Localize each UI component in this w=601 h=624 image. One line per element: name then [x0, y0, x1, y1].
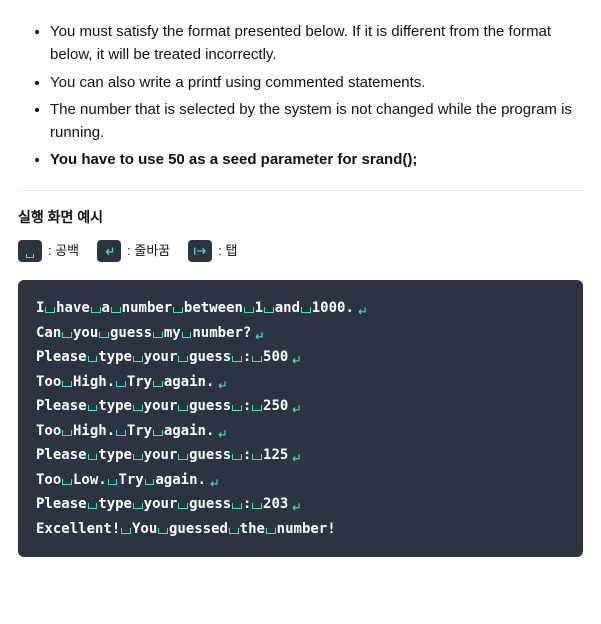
- console-line: Excellent!Youguessedthenumber!: [36, 517, 565, 542]
- space-icon: [178, 503, 188, 509]
- console-line: Canyouguessmynumber?: [36, 321, 565, 346]
- newline-icon: [216, 424, 228, 436]
- space-icon: [45, 307, 55, 313]
- divider: [18, 190, 583, 191]
- space-icon: [232, 405, 242, 411]
- console-line: TooLow.Tryagain.: [36, 468, 565, 493]
- console-line: TooHigh.Tryagain.: [36, 419, 565, 444]
- space-icon: [153, 430, 163, 436]
- requirement-item: The number that is selected by the syste…: [50, 98, 583, 145]
- newline-icon: [253, 326, 265, 338]
- space-icon: [88, 454, 98, 460]
- newline-icon: [356, 301, 368, 313]
- newline-icon: [290, 497, 302, 509]
- space-icon: [266, 528, 276, 534]
- space-icon: [252, 405, 262, 411]
- console-line: Pleasetypeyourguess:500: [36, 345, 565, 370]
- console-line: Pleasetypeyourguess:250: [36, 394, 565, 419]
- space-icon: [252, 454, 262, 460]
- space-icon: [158, 528, 168, 534]
- console-line: TooHigh.Tryagain.: [36, 370, 565, 395]
- space-icon: [62, 332, 72, 338]
- space-icon: [264, 307, 274, 313]
- newline-icon: [216, 375, 228, 387]
- legend-item-newline: : 줄바꿈: [97, 240, 170, 262]
- space-icon: [133, 454, 143, 460]
- space-icon: [133, 503, 143, 509]
- space-icon: [232, 356, 242, 362]
- newline-icon: [290, 399, 302, 411]
- space-icon: [88, 356, 98, 362]
- space-icon: [178, 405, 188, 411]
- space-icon: [133, 405, 143, 411]
- space-icon: [116, 381, 126, 387]
- space-icon: [252, 503, 262, 509]
- space-icon: [229, 528, 239, 534]
- space-icon: [173, 307, 183, 313]
- legend: : 공백 : 줄바꿈 : 탭: [18, 240, 583, 262]
- space-icon: [116, 430, 126, 436]
- space-icon: [62, 381, 72, 387]
- legend-label: : 줄바꿈: [127, 241, 170, 261]
- console-line: Pleasetypeyourguess:203: [36, 492, 565, 517]
- space-icon: [244, 307, 254, 313]
- space-icon: [301, 307, 311, 313]
- requirement-item: You can also write a printf using commen…: [50, 71, 583, 94]
- requirement-item: You must satisfy the format presented be…: [50, 20, 583, 67]
- space-icon: [18, 240, 42, 262]
- space-icon: [252, 356, 262, 362]
- newline-icon: [290, 448, 302, 460]
- space-icon: [133, 356, 143, 362]
- legend-label: : 공백: [48, 241, 79, 261]
- newline-icon: [290, 350, 302, 362]
- space-icon: [232, 503, 242, 509]
- space-icon: [145, 479, 155, 485]
- space-icon: [88, 405, 98, 411]
- space-icon: [88, 503, 98, 509]
- requirements-list: You must satisfy the format presented be…: [18, 20, 583, 172]
- space-icon: [232, 454, 242, 460]
- space-icon: [153, 381, 163, 387]
- console-output: Ihaveanumberbetween1and1000.Canyouguessm…: [18, 280, 583, 557]
- legend-item-tab: : 탭: [188, 240, 237, 262]
- space-icon: [62, 479, 72, 485]
- newline-icon: [208, 473, 220, 485]
- space-icon: [178, 356, 188, 362]
- space-icon: [121, 528, 131, 534]
- newline-icon: [97, 240, 121, 262]
- space-icon: [182, 332, 192, 338]
- section-title: 실행 화면 예시: [18, 207, 583, 229]
- space-icon: [99, 332, 109, 338]
- legend-label: : 탭: [218, 241, 237, 261]
- console-line: Pleasetypeyourguess:125: [36, 443, 565, 468]
- space-icon: [111, 307, 121, 313]
- console-line: Ihaveanumberbetween1and1000.: [36, 296, 565, 321]
- tab-icon: [188, 240, 212, 262]
- space-icon: [153, 332, 163, 338]
- legend-item-space: : 공백: [18, 240, 79, 262]
- space-icon: [178, 454, 188, 460]
- requirement-item-bold: You have to use 50 as a seed parameter f…: [50, 148, 583, 171]
- space-icon: [91, 307, 101, 313]
- space-icon: [108, 479, 118, 485]
- space-icon: [62, 430, 72, 436]
